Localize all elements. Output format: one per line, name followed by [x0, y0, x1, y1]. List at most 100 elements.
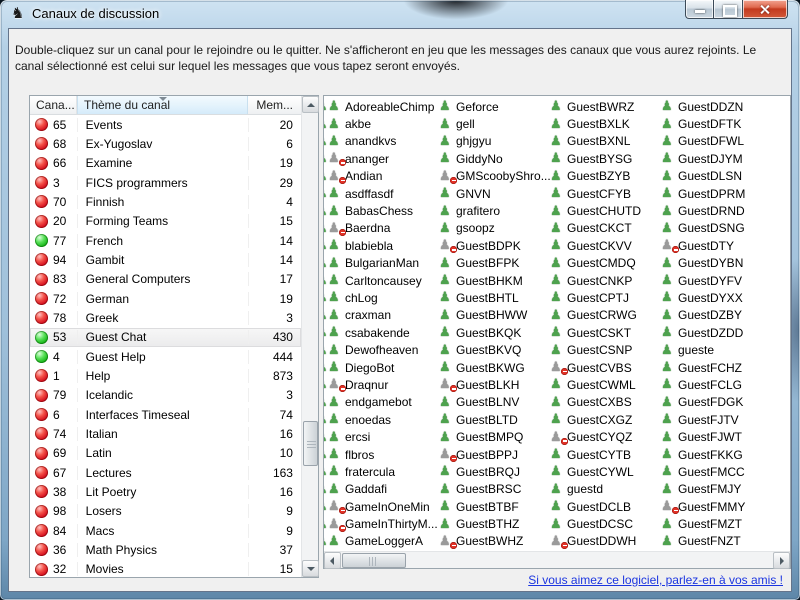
scroll-down-button[interactable]	[302, 560, 319, 577]
member-row[interactable]: ♟ercsi	[328, 428, 436, 445]
member-row[interactable]: ♟GuestDYBN	[661, 255, 769, 272]
member-row[interactable]: ♟csabakende	[328, 324, 436, 341]
member-row[interactable]: ♟GuestCXBS	[550, 394, 658, 411]
member-row[interactable]: ♟GuestBKVQ	[439, 341, 547, 358]
member-row[interactable]: ♟GuestFMJY	[661, 481, 769, 498]
table-row[interactable]: 84Macs9	[30, 521, 301, 540]
member-row[interactable]: ♟GuestBYSG	[550, 150, 658, 167]
member-row[interactable]: ♟GuestDDWH	[550, 533, 658, 550]
member-row[interactable]: ♟GuestBTBF	[439, 498, 547, 515]
member-row[interactable]: ♟GuestBMPQ	[439, 428, 547, 445]
vertical-scrollbar[interactable]	[301, 96, 318, 577]
header-channel-number[interactable]: Cana...	[30, 96, 77, 114]
member-row[interactable]: ♟BulgarianMan	[328, 255, 436, 272]
member-row[interactable]: ♟GNVN	[439, 185, 547, 202]
member-row[interactable]: ♟enoedas	[328, 411, 436, 428]
table-row[interactable]: 66Examine19	[30, 154, 301, 173]
member-row[interactable]: ♟GuestDJYM	[661, 150, 769, 167]
member-row[interactable]: ♟GuestBXLK	[550, 115, 658, 132]
table-row[interactable]: 38Lit Poetry16	[30, 482, 301, 501]
member-row[interactable]: ♟BabasChess	[328, 202, 436, 219]
member-row[interactable]: ♟Dewofheaven	[328, 341, 436, 358]
table-row[interactable]: 67Lectures163	[30, 463, 301, 482]
scroll-left-button[interactable]	[324, 552, 341, 569]
member-row[interactable]: ♟craxman	[328, 307, 436, 324]
member-row[interactable]: ♟blabiebla	[328, 237, 436, 254]
table-row[interactable]: 6Interfaces Timeseal74	[30, 405, 301, 424]
member-row[interactable]: ♟GuestCSKT	[550, 324, 658, 341]
member-row[interactable]: ♟DiegoBot	[328, 359, 436, 376]
table-row[interactable]: 65Events20	[30, 115, 301, 134]
member-row[interactable]: ♟GuestCKVV	[550, 237, 658, 254]
table-row[interactable]: 32Movies15	[30, 560, 301, 577]
member-row[interactable]: ♟ghjgyu	[439, 133, 547, 150]
member-row[interactable]: ♟GuestBRQJ	[439, 463, 547, 480]
table-row[interactable]: 83General Computers17	[30, 270, 301, 289]
minimize-button[interactable]	[685, 0, 714, 19]
table-row[interactable]: 78Greek3	[30, 308, 301, 327]
member-row[interactable]: ♟GuestFMMY	[661, 498, 769, 515]
member-row[interactable]: ♟GuestBLKH	[439, 376, 547, 393]
member-row[interactable]: ♟GuestBXNL	[550, 133, 658, 150]
header-channel-members[interactable]: Mem...	[248, 96, 301, 114]
member-row[interactable]: ♟GuestFJTV	[661, 411, 769, 428]
member-row[interactable]: ♟GuestDRND	[661, 202, 769, 219]
member-row[interactable]: ♟chLog	[328, 289, 436, 306]
member-row[interactable]: ♟GuestBKQK	[439, 324, 547, 341]
table-row[interactable]: 98Losers9	[30, 502, 301, 521]
scroll-right-button[interactable]	[773, 552, 790, 569]
member-row[interactable]: ♟GuestBHKM	[439, 272, 547, 289]
member-row[interactable]: ♟Andian	[328, 168, 436, 185]
member-row[interactable]: ♟GuestBHWW	[439, 307, 547, 324]
member-row[interactable]: ♟GuestCKCT	[550, 220, 658, 237]
member-row[interactable]: ♟GuestBLNV	[439, 394, 547, 411]
member-row[interactable]: ♟guestd	[550, 481, 658, 498]
member-row[interactable]: ♟GuestDCLB	[550, 498, 658, 515]
member-row[interactable]: ♟GiddyNo	[439, 150, 547, 167]
member-row[interactable]: ♟GuestBRSC	[439, 481, 547, 498]
vertical-scrollbar-thumb[interactable]	[303, 421, 318, 466]
member-row[interactable]: ♟GuestDCSC	[550, 515, 658, 532]
member-row[interactable]: ♟GuestBZYB	[550, 168, 658, 185]
header-channel-theme[interactable]: Thème du canal	[77, 96, 248, 114]
member-row[interactable]: ♟GuestDLSN	[661, 168, 769, 185]
member-row[interactable]: ♟Geforce	[439, 98, 547, 115]
table-row[interactable]: 94Gambit14	[30, 250, 301, 269]
member-row[interactable]: ♟GuestFDGK	[661, 394, 769, 411]
table-row[interactable]: 72German19	[30, 289, 301, 308]
table-row[interactable]: 53Guest Chat430	[30, 328, 301, 347]
table-row[interactable]: 68Ex-Yugoslav6	[30, 134, 301, 153]
table-row[interactable]: 1Help873	[30, 366, 301, 385]
member-row[interactable]: ♟GuestCVBS	[550, 359, 658, 376]
member-row[interactable]: ♟GuestCHUTD	[550, 202, 658, 219]
member-row[interactable]: ♟GuestFJWT	[661, 428, 769, 445]
member-row[interactable]: ♟GameLoggerA	[328, 533, 436, 550]
member-row[interactable]: ♟GameInThirtyM...	[328, 515, 436, 532]
table-row[interactable]: 77French14	[30, 231, 301, 250]
member-row[interactable]: ♟GuestDYXX	[661, 289, 769, 306]
member-row[interactable]: ♟grafitero	[439, 202, 547, 219]
member-row[interactable]: ♟GameInOneMin	[328, 498, 436, 515]
table-row[interactable]: 79Icelandic3	[30, 386, 301, 405]
member-row[interactable]: ♟Gaddafi	[328, 481, 436, 498]
member-row[interactable]: ♟GuestDZDD	[661, 324, 769, 341]
member-row[interactable]: ♟Carltoncausey	[328, 272, 436, 289]
member-row[interactable]: ♟GuestCWML	[550, 376, 658, 393]
member-row[interactable]: ♟GuestBDPK	[439, 237, 547, 254]
member-row[interactable]: ♟GuestCPTJ	[550, 289, 658, 306]
member-row[interactable]: ♟GuestBWHZ	[439, 533, 547, 550]
member-row[interactable]: ♟AdoreableChimp	[328, 98, 436, 115]
member-row[interactable]: ♟GuestFKKG	[661, 446, 769, 463]
maximize-button[interactable]	[714, 0, 743, 19]
member-row[interactable]: ♟GuestCNKP	[550, 272, 658, 289]
table-row[interactable]: 20Forming Teams15	[30, 212, 301, 231]
member-row[interactable]: ♟GuestCRWG	[550, 307, 658, 324]
member-row[interactable]: ♟GuestDPRM	[661, 185, 769, 202]
member-row[interactable]: ♟akbe	[328, 115, 436, 132]
member-row[interactable]: ♟GuestDDZN	[661, 98, 769, 115]
share-link[interactable]: Si vous aimez ce logiciel, parlez-en à v…	[528, 573, 783, 587]
member-row[interactable]: ♟GuestDTY	[661, 237, 769, 254]
member-row[interactable]: ♟gell	[439, 115, 547, 132]
member-row[interactable]: ♟GuestDFWL	[661, 133, 769, 150]
member-row[interactable]: ♟GuestCXGZ	[550, 411, 658, 428]
